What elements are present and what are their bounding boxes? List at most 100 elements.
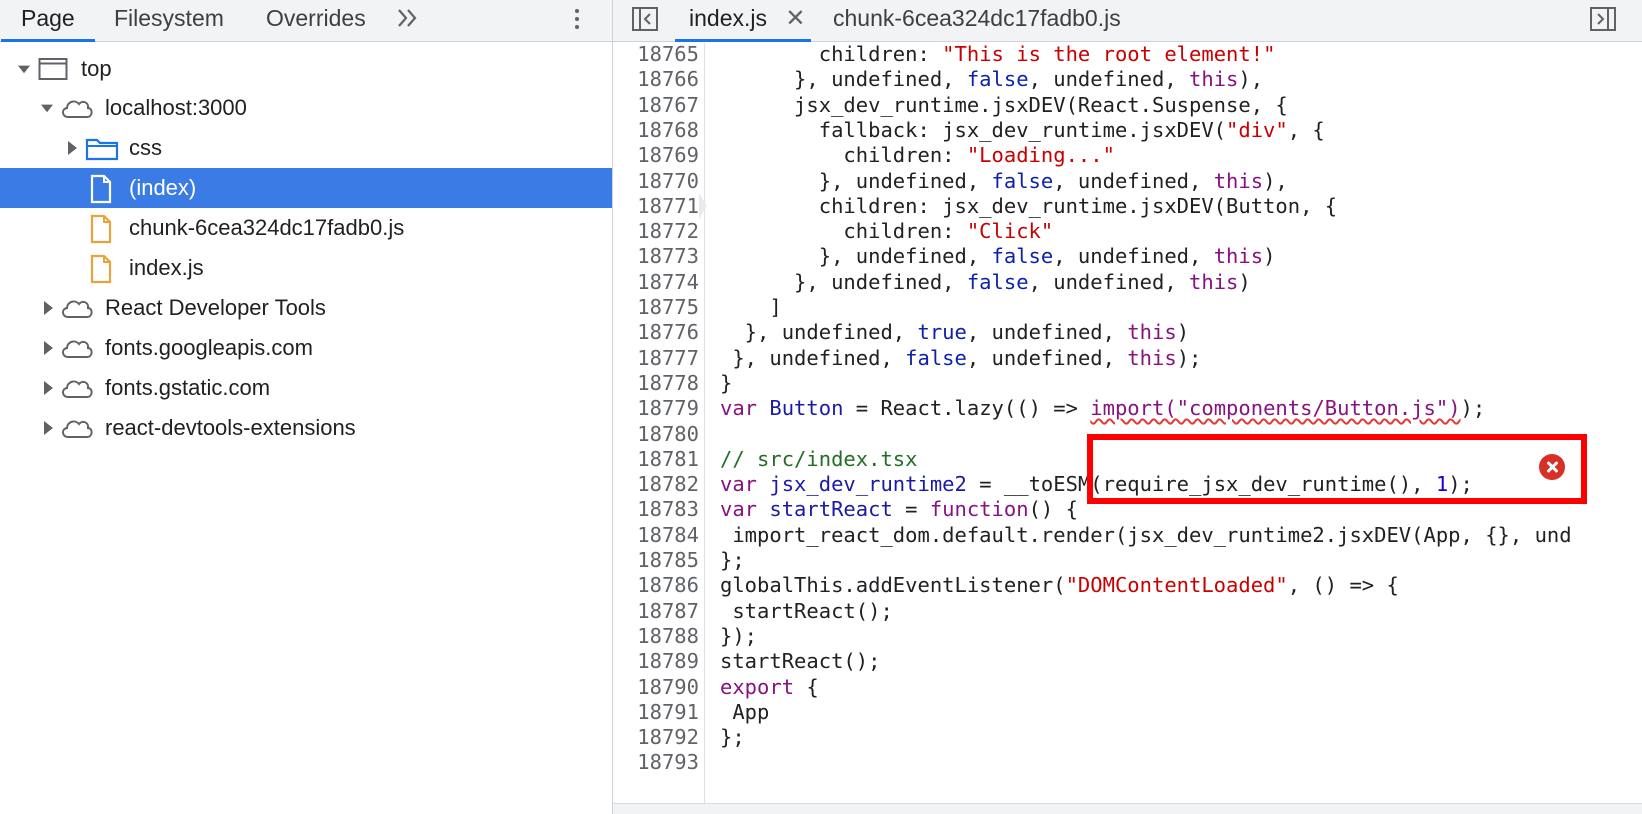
editor-tab-index-js[interactable]: index.js ✕ [675, 0, 812, 42]
line-number-gutter[interactable]: 18765 18766 18767 18768 18769 18770 18771 18772… [613, 43, 707, 803]
line-number[interactable]: 18793 [613, 749, 699, 775]
tree-item-localhost[interactable]: localhost:3000 [0, 88, 612, 128]
tab-page[interactable]: Page [1, 0, 95, 42]
line-number[interactable]: 18784 [613, 522, 699, 548]
line-number[interactable]: 18780 [613, 421, 699, 447]
code-line: }, undefined, false, undefined, this) [720, 244, 1276, 269]
error-icon[interactable] [1539, 454, 1565, 480]
line-number[interactable]: 18766 [613, 66, 699, 92]
line-number[interactable]: 18770 [613, 168, 699, 194]
sidebar-toggle-left-icon[interactable] [631, 5, 659, 33]
line-number[interactable]: 18779 [613, 395, 699, 421]
tree-item-fonts-gstatic[interactable]: fonts.gstatic.com [0, 368, 612, 408]
tree-item-react-devtools-extensions[interactable]: react-devtools-extensions [0, 408, 612, 448]
sidebar-toggle-right-icon[interactable] [1589, 5, 1617, 33]
tree-item-label: localhost:3000 [105, 95, 247, 120]
tree-item-index-js[interactable]: index.js [0, 248, 612, 288]
line-number[interactable]: 18772 [613, 218, 699, 244]
code-line: ] [720, 295, 782, 319]
line-number[interactable]: 18765 [613, 43, 699, 67]
code-line: export { [720, 674, 819, 699]
code-line: }, undefined, false, undefined, this), [720, 168, 1288, 193]
horizontal-scrollbar[interactable] [613, 803, 1642, 814]
tree-item-react-devtools[interactable]: React Developer Tools [0, 288, 612, 328]
collapsed-triangle-icon[interactable] [42, 288, 54, 328]
expanded-triangle-icon[interactable] [41, 88, 53, 128]
code-line: startReact(); [720, 598, 893, 623]
line-number[interactable]: 18789 [613, 648, 699, 674]
cloud-icon [62, 380, 93, 398]
collapsed-triangle-icon[interactable] [42, 368, 54, 408]
line-number[interactable]: 18782 [613, 471, 699, 497]
cloud-icon [62, 340, 93, 358]
line-number[interactable]: 18786 [613, 572, 699, 598]
close-tab-icon[interactable]: ✕ [785, 5, 805, 32]
line-number[interactable]: 18783 [613, 496, 699, 522]
code-line: children: "Click" [720, 219, 1054, 244]
navigator-tabbar: Page Filesystem Overrides [0, 0, 612, 42]
tree-item-label: chunk-6cea324dc17fadb0.js [129, 215, 405, 240]
line-number[interactable]: 18781 [613, 446, 699, 472]
line-number[interactable]: 18791 [613, 699, 699, 725]
tree-item-label: css [129, 135, 162, 160]
code-line: var startReact = function() { [720, 497, 1078, 522]
code-line: }, undefined, false, undefined, this); [720, 345, 1202, 370]
folder-icon [85, 138, 119, 161]
frame-window-icon [38, 58, 68, 80]
cloud-icon [62, 100, 93, 118]
line-number[interactable]: 18775 [613, 294, 699, 320]
line-number[interactable]: 18787 [613, 598, 699, 624]
line-number[interactable]: 18776 [613, 319, 699, 345]
tree-item-top[interactable]: top [0, 49, 612, 89]
code-line: children: "Loading..." [720, 143, 1115, 168]
code-line: }; [720, 548, 745, 572]
collapsed-triangle-icon[interactable] [42, 328, 54, 368]
line-number[interactable]: 18790 [613, 674, 699, 700]
code-line: }; [720, 725, 745, 750]
active-tab-underline [1, 39, 95, 42]
line-number[interactable]: 18771 [613, 193, 699, 219]
line-number[interactable]: 18785 [613, 547, 699, 573]
line-number[interactable]: 18774 [613, 269, 699, 295]
document-file-icon [90, 174, 112, 204]
code-line: fallback: jsx_dev_runtime.jsxDEV("div", … [720, 117, 1325, 142]
code-line: var Button = React.lazy(() => import("co… [720, 396, 1486, 421]
line-number[interactable]: 18792 [613, 724, 699, 750]
tree-item-label: React Developer Tools [105, 295, 326, 320]
error-highlight-box [1087, 434, 1587, 504]
cloud-icon [62, 300, 93, 318]
collapsed-triangle-icon[interactable] [42, 408, 54, 448]
script-file-icon [90, 214, 112, 244]
tree-item-fonts-googleapis[interactable]: fonts.googleapis.com [0, 328, 612, 368]
tree-item-label: fonts.googleapis.com [105, 335, 313, 360]
line-number[interactable]: 18778 [613, 370, 699, 396]
line-number[interactable]: 18773 [613, 243, 699, 269]
code-line: children: jsx_dev_runtime.jsxDEV(Button,… [720, 193, 1338, 218]
collapsed-triangle-icon[interactable] [66, 128, 78, 168]
code-line: globalThis.addEventListener("DOMContentL… [720, 573, 1399, 598]
line-number[interactable]: 18769 [613, 142, 699, 168]
code-line: // src/index.tsx [720, 446, 918, 471]
code-line: import_react_dom.default.render(jsx_dev_… [720, 522, 1572, 547]
tree-item-index[interactable]: (index) [0, 168, 612, 208]
double-chevron-right-icon[interactable] [394, 4, 422, 32]
editor-tab-chunk-js[interactable]: chunk-6cea324dc17fadb0.js [833, 0, 1121, 42]
tree-item-chunk-js[interactable]: chunk-6cea324dc17fadb0.js [0, 208, 612, 248]
line-number[interactable]: 18768 [613, 117, 699, 143]
tab-filesystem[interactable]: Filesystem [114, 0, 224, 42]
code-editor[interactable]: 18765 18766 18767 18768 18769 18770 18771 18772… [613, 43, 1642, 803]
expanded-triangle-icon[interactable] [18, 49, 30, 89]
code-line: }, undefined, true, undefined, this) [720, 320, 1190, 345]
line-number[interactable]: 18777 [613, 345, 699, 371]
tab-overrides[interactable]: Overrides [266, 0, 366, 42]
code-line: } [720, 370, 733, 395]
script-file-icon [90, 254, 112, 284]
cloud-icon [62, 420, 93, 438]
kebab-menu-icon[interactable] [572, 6, 582, 34]
line-number[interactable]: 18767 [613, 92, 699, 118]
tree-item-css[interactable]: css [0, 128, 612, 168]
line-number[interactable]: 18788 [613, 623, 699, 649]
tree-item-label: (index) [129, 175, 197, 200]
sources-navigator-panel: Page Filesystem Overrides top localhost:… [0, 0, 613, 814]
current-line-marker [699, 192, 707, 219]
